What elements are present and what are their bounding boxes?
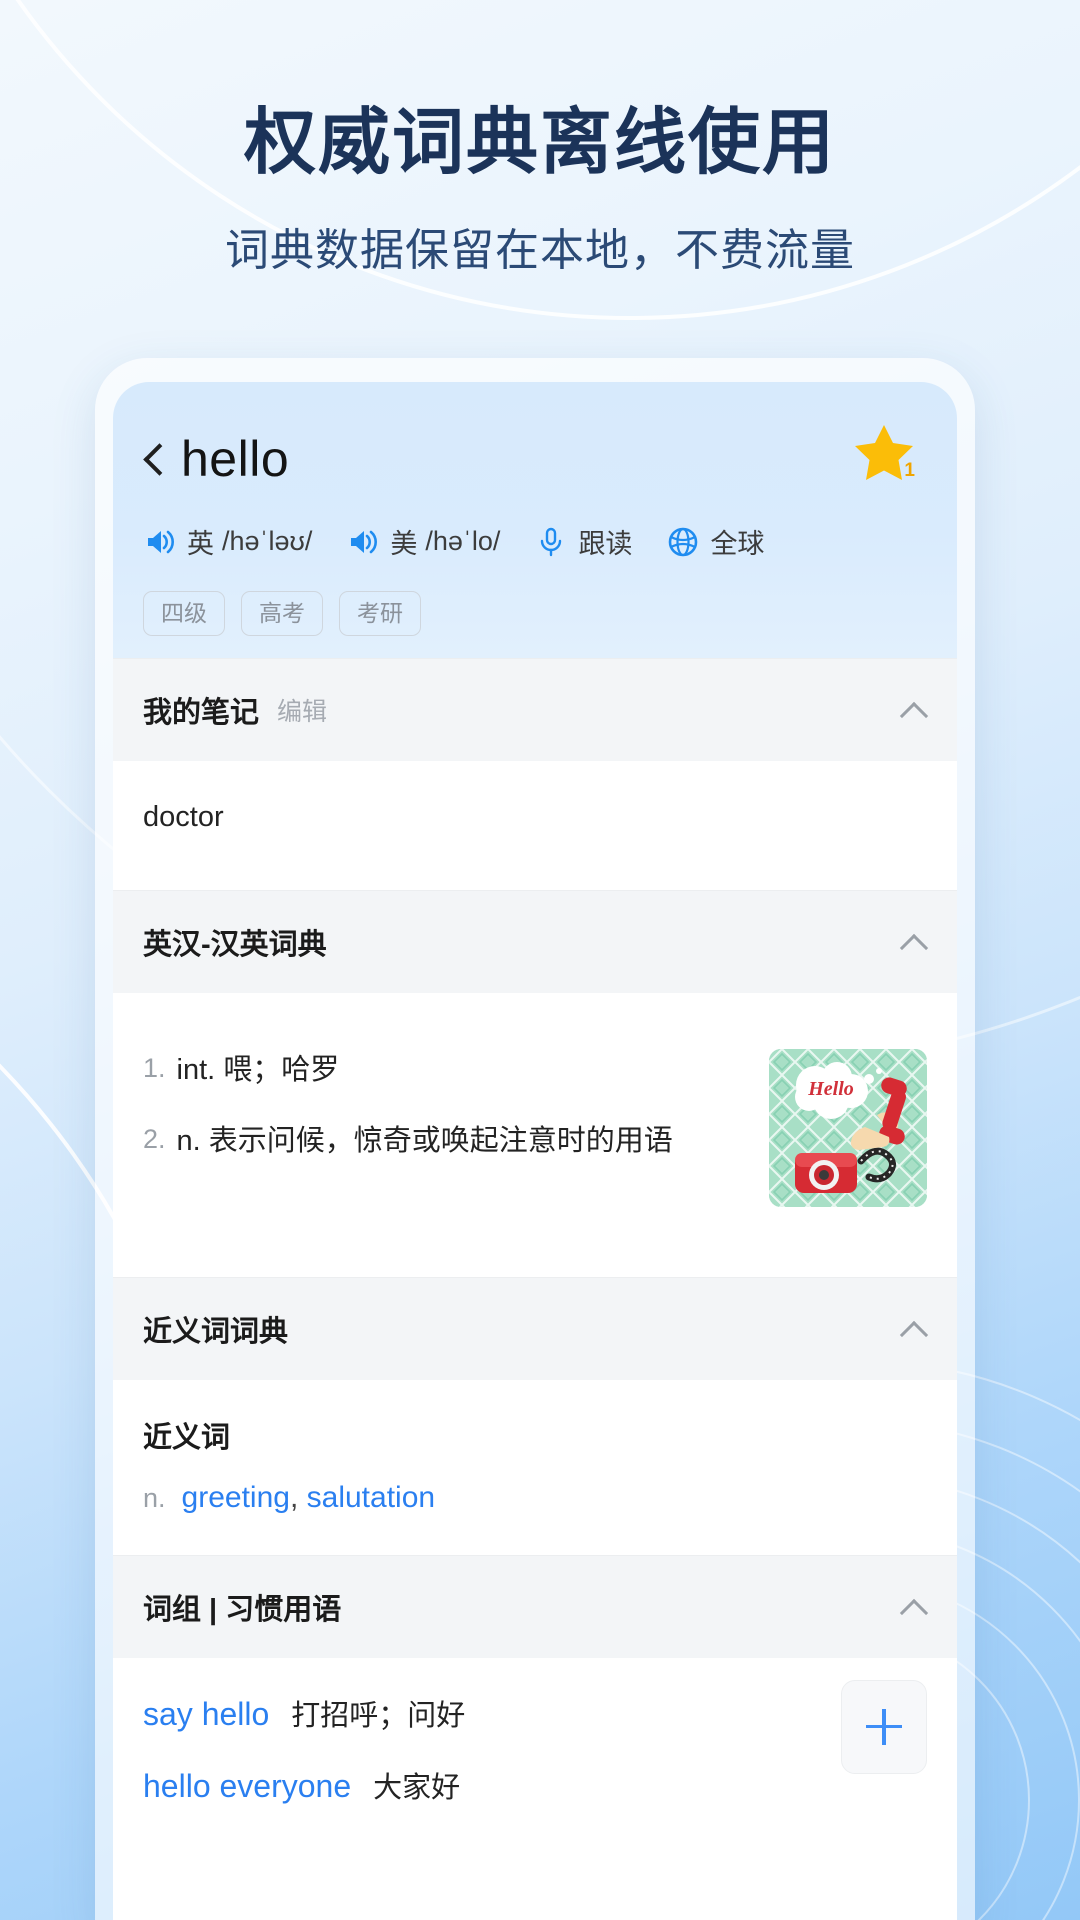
headword: hello [181, 431, 290, 487]
definition-number: 1. [143, 1052, 166, 1083]
svg-text:Hello: Hello [807, 1078, 854, 1100]
definition-text: 喂；哈罗 [223, 1053, 340, 1086]
note-content: doctor [143, 800, 224, 833]
definition-pos: int. [176, 1053, 216, 1086]
read-aloud-button[interactable]: 跟读 [534, 522, 632, 561]
exam-tag[interactable]: 考研 [339, 591, 421, 636]
vintage-telephone-illustration[interactable]: Hello [769, 1048, 927, 1207]
section-body-phrases: say hello 打招呼；问好 hello everyone 大家好 [113, 1657, 957, 1856]
promo-subheadline: 词典数据保留在本地，不费流量 [225, 226, 855, 276]
phrase-english: hello everyone [143, 1767, 352, 1804]
section-body-notes: doctor [113, 760, 957, 890]
globe-icon [669, 527, 698, 556]
definition-pos: n. [176, 1124, 201, 1157]
exam-tag[interactable]: 高考 [241, 591, 323, 636]
section-header-synonyms[interactable]: 近义词词典 [113, 1276, 957, 1380]
app-screen: hello 1 英 /həˈləʊ/ 美 /həˈlo/ 跟读 全球 四级 高考… [113, 382, 957, 1920]
section-title: 近义词词典 [143, 1315, 289, 1348]
section-body-synonyms: 近义词 n. greeting, salutation [113, 1379, 957, 1555]
section-body-dictionary: 1. int. 喂；哈罗 2. n. 表示问候，惊奇或唤起注意时的用语 Hell… [113, 992, 957, 1277]
section-header-notes[interactable]: 我的笔记 编辑 [113, 657, 957, 761]
definition-text: 表示问候，惊奇或唤起注意时的用语 [208, 1124, 673, 1157]
synonym-subheading: 近义词 [143, 1414, 231, 1461]
chevron-up-icon[interactable] [901, 1599, 927, 1614]
synonym-line: n. greeting, salutation [143, 1480, 436, 1514]
section-title: 英汉-汉英词典 [143, 928, 327, 961]
promo-headline: 权威词典离线使用 [243, 103, 836, 183]
pronunciation-us[interactable]: 美 /həˈlo/ [346, 522, 500, 561]
edit-note-button[interactable]: 编辑 [277, 692, 327, 728]
section-title: 我的笔记 [143, 696, 260, 729]
back-chevron-icon[interactable] [143, 440, 165, 478]
pronunciation-uk[interactable]: 英 /həˈləʊ/ [143, 522, 312, 561]
chevron-up-icon[interactable] [901, 1321, 927, 1336]
section-header-phrases[interactable]: 词组 | 习惯用语 [113, 1554, 957, 1658]
word-title-row: hello [143, 430, 927, 488]
exam-tag[interactable]: 四级 [143, 591, 225, 636]
definition-list: 1. int. 喂；哈罗 2. n. 表示问候，惊奇或唤起注意时的用语 [143, 1049, 769, 1207]
definition-item: 1. int. 喂；哈罗 [143, 1049, 747, 1092]
pronunciation-us-label: 美 [390, 529, 418, 559]
section-title: 词组 | 习惯用语 [143, 1593, 342, 1626]
read-aloud-label: 跟读 [578, 529, 633, 559]
chevron-up-icon[interactable] [901, 934, 927, 949]
exam-tag-row: 四级 高考 考研 [143, 591, 927, 636]
word-header: hello 1 英 /həˈləʊ/ 美 /həˈlo/ 跟读 全球 四级 高考… [113, 382, 957, 658]
favorite-button[interactable]: 1 [853, 422, 917, 484]
promo-headline-block: 权威词典离线使用 词典数据保留在本地，不费流量 [0, 100, 1080, 278]
synonym-pos: n. [143, 1482, 166, 1513]
phrase-english: say hello [143, 1695, 270, 1732]
global-pronunciation-label: 全球 [710, 529, 765, 559]
plus-icon [866, 1708, 902, 1745]
section-header-dictionary[interactable]: 英汉-汉英词典 [113, 889, 957, 993]
phrase-chinese: 大家好 [373, 1771, 461, 1804]
phrase-chinese: 打招呼；问好 [291, 1699, 466, 1732]
definition-item: 2. n. 表示问候，惊奇或唤起注意时的用语 [143, 1120, 747, 1163]
pronunciation-uk-ipa: /həˈləʊ/ [222, 526, 313, 556]
global-pronunciation-button[interactable]: 全球 [666, 522, 764, 561]
phrase-row[interactable]: say hello 打招呼；问好 [143, 1692, 927, 1734]
definition-number: 2. [143, 1123, 166, 1154]
synonym-word-link[interactable]: greeting [182, 1481, 290, 1514]
microphone-icon [541, 527, 562, 556]
speaker-icon [351, 530, 378, 553]
chevron-up-icon[interactable] [901, 702, 927, 717]
pronunciation-uk-label: 英 [187, 529, 214, 559]
pronunciation-row: 英 /həˈləʊ/ 美 /həˈlo/ 跟读 全球 [143, 522, 927, 561]
favorite-count: 1 [904, 460, 915, 481]
add-phrase-button[interactable] [841, 1679, 927, 1774]
speaker-icon [148, 530, 174, 553]
synonym-word-link[interactable]: salutation [307, 1481, 435, 1514]
phrase-row[interactable]: hello everyone 大家好 [143, 1764, 927, 1806]
pronunciation-us-ipa: /həˈlo/ [425, 526, 501, 556]
